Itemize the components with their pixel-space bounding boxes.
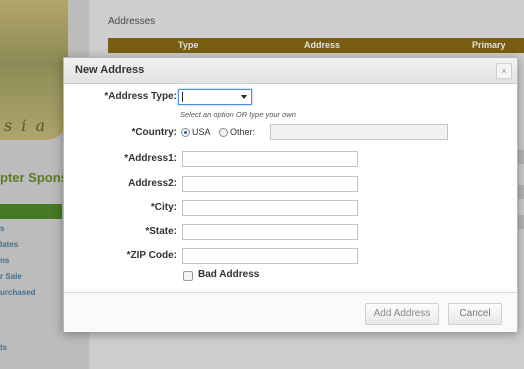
address2-input[interactable] [182,176,358,192]
address-type-combobox[interactable] [178,89,252,105]
address1-label: *Address1: [124,153,177,164]
zip-code-label: *ZIP Code: [126,250,177,261]
country-other-input[interactable] [270,124,448,140]
state-label: *State: [145,226,177,237]
country-label: *Country: [131,127,177,138]
dialog-footer: Add Address Cancel [64,292,517,332]
dialog-title: New Address [75,64,145,76]
address1-input[interactable] [182,151,358,167]
country-usa-radio[interactable] [181,128,190,137]
bad-address-label[interactable]: Bad Address [198,269,259,280]
close-icon[interactable]: × [496,63,512,79]
address2-label: Address2: [128,178,177,189]
text-cursor [182,92,183,102]
address-type-hint: Select an option OR type your own [180,110,296,119]
dialog-header: New Address × [64,58,517,84]
bad-address-checkbox[interactable] [183,271,193,281]
country-other-label[interactable]: Other: [230,127,255,137]
add-address-button[interactable]: Add Address [365,303,439,325]
state-input[interactable] [182,224,358,240]
cancel-button[interactable]: Cancel [448,303,502,325]
chevron-down-icon[interactable] [241,95,247,99]
country-other-radio[interactable] [219,128,228,137]
city-label: *City: [150,202,177,213]
new-address-dialog: New Address × *Address Type: Select an o… [63,57,518,332]
zip-code-input[interactable] [182,248,358,264]
address-type-label: *Address Type: [104,91,177,102]
country-usa-label[interactable]: USA [192,127,211,137]
city-input[interactable] [182,200,358,216]
